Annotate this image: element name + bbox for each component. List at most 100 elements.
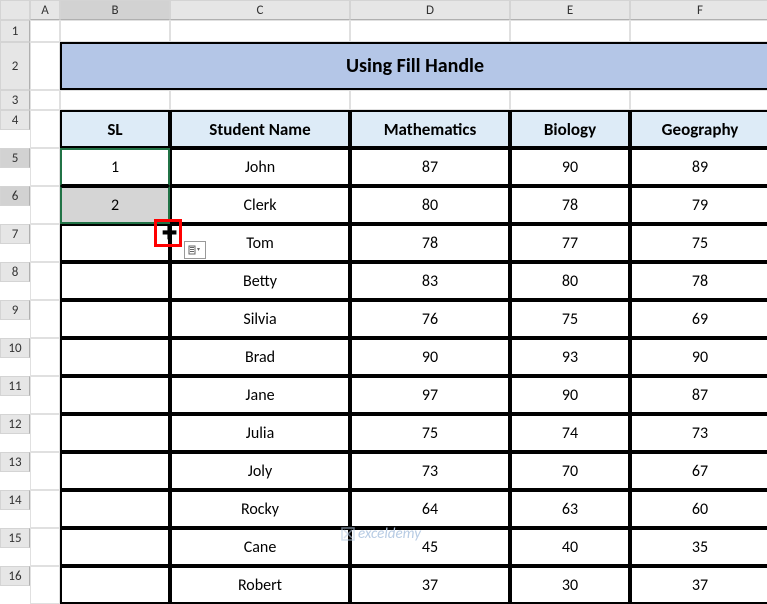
cell-name-9[interactable]: Silvia [170, 300, 350, 338]
cell-math-5[interactable]: 87 [350, 148, 510, 186]
cell-math-12[interactable]: 75 [350, 414, 510, 452]
cell-C3[interactable] [170, 90, 350, 110]
cell-sl-15[interactable] [60, 528, 170, 566]
cell-math-16[interactable]: 37 [350, 566, 510, 604]
row-header-8[interactable]: 8 [0, 262, 30, 282]
header-sl[interactable]: SL [60, 110, 170, 148]
cell-name-11[interactable]: Jane [170, 376, 350, 414]
cell-math-9[interactable]: 76 [350, 300, 510, 338]
cell-geo-16[interactable]: 37 [630, 566, 767, 604]
row-header-15[interactable]: 15 [0, 528, 30, 548]
cell-math-14[interactable]: 64 [350, 490, 510, 528]
row-header-6[interactable]: 6 [0, 186, 30, 206]
cell-name-15[interactable]: Cane [170, 528, 350, 566]
cell-math-6[interactable]: 80 [350, 186, 510, 224]
cell-geo-8[interactable]: 78 [630, 262, 767, 300]
cell-sl-10[interactable] [60, 338, 170, 376]
col-header-F[interactable]: F [630, 0, 767, 20]
cell-A6[interactable] [30, 186, 60, 224]
cell-name-5[interactable]: John [170, 148, 350, 186]
cell-sl-11[interactable] [60, 376, 170, 414]
cell-name-16[interactable]: Robert [170, 566, 350, 604]
cell-bio-5[interactable]: 90 [510, 148, 630, 186]
cell-sl-5[interactable]: 1 [60, 148, 170, 186]
cell-bio-10[interactable]: 93 [510, 338, 630, 376]
cell-math-7[interactable]: 78 [350, 224, 510, 262]
cell-sl-7[interactable] [60, 224, 170, 262]
cell-bio-12[interactable]: 74 [510, 414, 630, 452]
cell-bio-6[interactable]: 78 [510, 186, 630, 224]
cell-A2[interactable] [30, 42, 60, 90]
cell-math-10[interactable]: 90 [350, 338, 510, 376]
cell-A12[interactable] [30, 414, 60, 452]
cell-name-14[interactable]: Rocky [170, 490, 350, 528]
select-all-corner[interactable] [0, 0, 30, 20]
cell-math-11[interactable]: 97 [350, 376, 510, 414]
cell-bio-8[interactable]: 80 [510, 262, 630, 300]
cell-sl-9[interactable] [60, 300, 170, 338]
cell-bio-11[interactable]: 90 [510, 376, 630, 414]
col-header-B[interactable]: B [60, 0, 170, 20]
row-header-3[interactable]: 3 [0, 90, 30, 110]
cell-geo-14[interactable]: 60 [630, 490, 767, 528]
cell-name-12[interactable]: Julia [170, 414, 350, 452]
cell-A13[interactable] [30, 452, 60, 490]
cell-geo-12[interactable]: 73 [630, 414, 767, 452]
cell-bio-16[interactable]: 30 [510, 566, 630, 604]
header-math[interactable]: Mathematics [350, 110, 510, 148]
cell-bio-7[interactable]: 77 [510, 224, 630, 262]
cell-A7[interactable] [30, 224, 60, 262]
title-cell[interactable]: Using Fill Handle [60, 42, 767, 90]
cell-sl-6[interactable]: 2 [60, 186, 170, 224]
cell-D3[interactable] [350, 90, 510, 110]
cell-D1[interactable] [350, 20, 510, 42]
row-header-16[interactable]: 16 [0, 566, 30, 586]
cell-E1[interactable] [510, 20, 630, 42]
cell-B3[interactable] [60, 90, 170, 110]
cell-geo-7[interactable]: 75 [630, 224, 767, 262]
row-header-12[interactable]: 12 [0, 414, 30, 434]
cell-A1[interactable] [30, 20, 60, 42]
col-header-D[interactable]: D [350, 0, 510, 20]
row-header-2[interactable]: 2 [0, 42, 30, 90]
cell-name-8[interactable]: Betty [170, 262, 350, 300]
cell-geo-15[interactable]: 35 [630, 528, 767, 566]
cell-A5[interactable] [30, 148, 60, 186]
cell-B1[interactable] [60, 20, 170, 42]
cell-math-13[interactable]: 73 [350, 452, 510, 490]
cell-sl-14[interactable] [60, 490, 170, 528]
cell-bio-9[interactable]: 75 [510, 300, 630, 338]
spreadsheet-grid[interactable]: A B C D E F 1 2 Using Fill Handle 3 4 SL… [0, 0, 767, 604]
cell-math-8[interactable]: 83 [350, 262, 510, 300]
cell-F1[interactable] [630, 20, 767, 42]
cell-sl-12[interactable] [60, 414, 170, 452]
cell-geo-9[interactable]: 69 [630, 300, 767, 338]
row-header-1[interactable]: 1 [0, 20, 30, 42]
cell-C1[interactable] [170, 20, 350, 42]
row-header-14[interactable]: 14 [0, 490, 30, 510]
cell-A16[interactable] [30, 566, 60, 604]
cell-A15[interactable] [30, 528, 60, 566]
row-header-13[interactable]: 13 [0, 452, 30, 472]
row-header-7[interactable]: 7 [0, 224, 30, 244]
cell-A3[interactable] [30, 90, 60, 110]
cell-E3[interactable] [510, 90, 630, 110]
header-geo[interactable]: Geography [630, 110, 767, 148]
cell-A4[interactable] [30, 110, 60, 148]
cell-A11[interactable] [30, 376, 60, 414]
cell-name-10[interactable]: Brad [170, 338, 350, 376]
cell-math-15[interactable]: 45 [350, 528, 510, 566]
cell-A8[interactable] [30, 262, 60, 300]
cell-geo-5[interactable]: 89 [630, 148, 767, 186]
cell-name-13[interactable]: Joly [170, 452, 350, 490]
row-header-4[interactable]: 4 [0, 110, 30, 130]
cell-bio-15[interactable]: 40 [510, 528, 630, 566]
cell-A14[interactable] [30, 490, 60, 528]
cell-F3[interactable] [630, 90, 767, 110]
row-header-10[interactable]: 10 [0, 338, 30, 358]
cell-sl-13[interactable] [60, 452, 170, 490]
col-header-E[interactable]: E [510, 0, 630, 20]
cell-A10[interactable] [30, 338, 60, 376]
cell-name-6[interactable]: Clerk [170, 186, 350, 224]
cell-geo-10[interactable]: 90 [630, 338, 767, 376]
